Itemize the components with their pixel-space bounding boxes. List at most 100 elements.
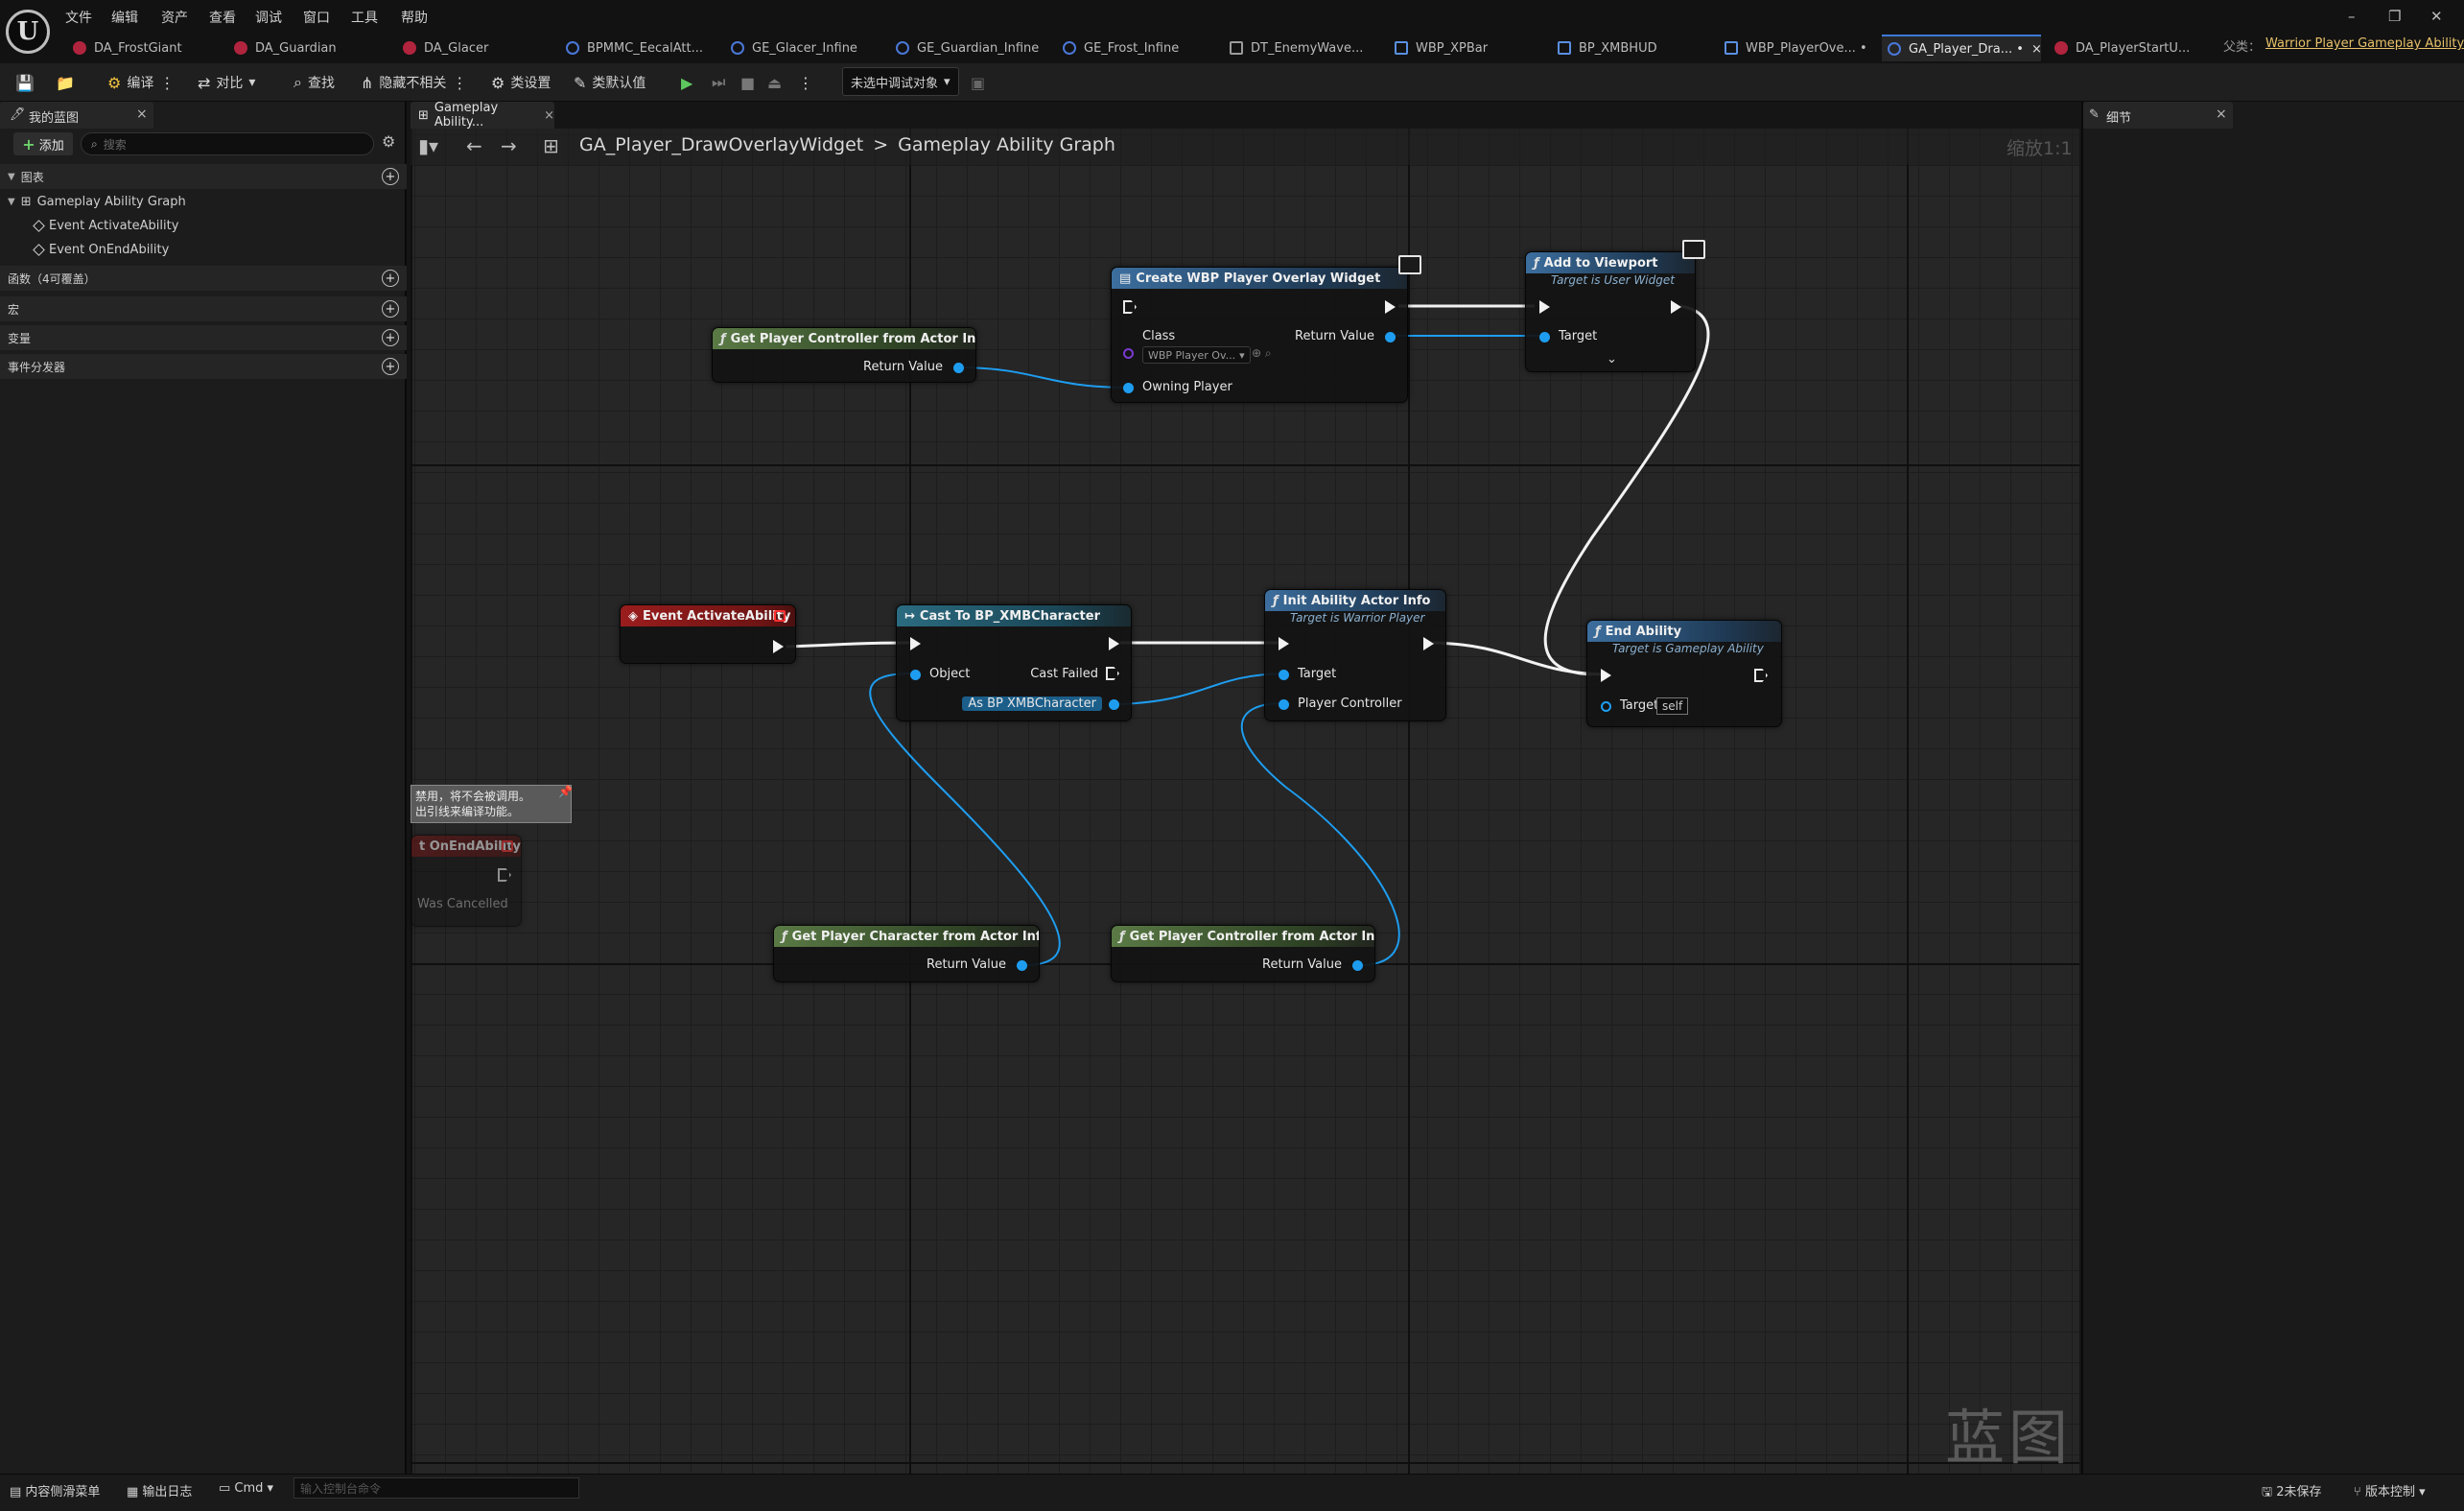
debug-target-icon[interactable]: ▣ <box>971 69 985 96</box>
console-command-input[interactable]: 输入控制台命令 <box>293 1477 579 1499</box>
tab-ga-player-draw[interactable]: GA_Player_Dra... • × <box>1882 35 2042 61</box>
save-icon[interactable]: 💾 <box>15 69 35 96</box>
tab-da-playerstart[interactable]: DA_PlayerStartU... <box>2049 35 2195 61</box>
pin-exec-in[interactable] <box>1539 300 1550 314</box>
stop-button[interactable]: ■ <box>740 69 755 96</box>
content-drawer-button[interactable]: ▤ 内容侧滑菜单 <box>10 1481 100 1499</box>
self-input[interactable]: self <box>1656 697 1689 715</box>
back-arrow-icon[interactable]: ← <box>466 134 482 157</box>
add-function-icon[interactable]: + <box>382 270 399 287</box>
node-event-on-end-ability[interactable]: t OnEndAbility Was Cancelled <box>411 835 522 927</box>
pin-exec-out[interactable] <box>498 868 511 882</box>
tree-item-event-end[interactable]: Event OnEndAbility <box>33 243 169 257</box>
restore-icon[interactable]: ❐ <box>2388 8 2401 25</box>
close-icon[interactable]: × <box>2216 106 2227 122</box>
menu-help[interactable]: 帮助 <box>401 8 428 27</box>
menu-asset[interactable]: 资产 <box>161 8 188 27</box>
menu-edit[interactable]: 编辑 <box>111 8 138 27</box>
hide-unrelated-button[interactable]: ⋔ 隐藏不相关 ⋮ <box>361 69 467 96</box>
pin-exec-out[interactable] <box>1423 637 1434 650</box>
pin-exec-in[interactable] <box>1123 300 1137 314</box>
pin-target[interactable] <box>1539 332 1550 342</box>
class-defaults-button[interactable]: ✎ 类默认值 <box>574 69 645 96</box>
event-delegate-icon[interactable] <box>774 610 786 622</box>
pin-return-value[interactable] <box>1385 332 1396 342</box>
debug-object-select[interactable]: 未选中调试对象 ▾ <box>842 67 959 96</box>
find-button[interactable]: ⌕ 查找 <box>293 69 335 96</box>
pin-as-character[interactable] <box>1109 699 1119 710</box>
tab-close-icon[interactable]: × <box>2031 42 2042 57</box>
play-options-icon[interactable]: ⋮ <box>798 69 813 96</box>
graph-hierarchy-icon[interactable]: ⊞ <box>543 134 559 157</box>
section-macros[interactable]: 宏 <box>0 296 407 321</box>
menu-view[interactable]: 查看 <box>209 8 236 27</box>
expand-chevron-icon[interactable]: ⌄ <box>1607 352 1617 366</box>
tree-item-event-activate[interactable]: Event ActivateAbility <box>33 219 178 233</box>
pin-exec-out[interactable] <box>1109 637 1119 650</box>
event-delegate-icon[interactable] <box>502 840 513 852</box>
node-event-activate-ability[interactable]: ◈ Event ActivateAbility <box>620 604 796 664</box>
pin-target[interactable] <box>1279 670 1289 680</box>
add-macro-icon[interactable]: + <box>382 300 399 318</box>
menu-tools[interactable]: 工具 <box>351 8 378 27</box>
compile-button[interactable]: ⚙ 编译 ⋮ <box>107 69 175 96</box>
pin-exec-out[interactable] <box>773 640 784 653</box>
tab-ge-glacer[interactable]: GE_Glacer_Infine <box>725 35 863 61</box>
pin-exec-out[interactable] <box>1671 300 1681 314</box>
output-log-button[interactable]: ▦ 输出日志 <box>127 1481 192 1499</box>
bookmark-icon[interactable]: ▮▾ <box>418 134 438 157</box>
tab-da-glacer[interactable]: DA_Glacer <box>397 35 494 61</box>
tab-da-guardian[interactable]: DA_Guardian <box>228 35 342 61</box>
menu-window[interactable]: 窗口 <box>303 8 330 27</box>
close-icon[interactable]: × <box>544 108 554 123</box>
unreal-logo-icon[interactable]: U <box>6 10 50 54</box>
pin-exec-out[interactable] <box>1385 300 1396 314</box>
eject-button[interactable]: ⏏ <box>767 69 782 96</box>
section-variables[interactable]: 变量 <box>0 325 407 350</box>
tab-bp-xmbhud[interactable]: BP_XMBHUD <box>1552 35 1663 61</box>
pin-class[interactable] <box>1123 348 1134 359</box>
browse-asset-icon[interactable]: ⊕ ⌕ <box>1252 346 1272 361</box>
tab-wbp-playeroverlay[interactable]: WBP_PlayerOve... • <box>1719 35 1873 61</box>
settings-gear-icon[interactable]: ⚙ <box>382 132 395 151</box>
pin-player-controller[interactable] <box>1279 699 1289 710</box>
node-init-ability-actor-info[interactable]: ƒ Init Ability Actor Info Target is Warri… <box>1264 589 1446 721</box>
class-settings-button[interactable]: ⚙ 类设置 <box>491 69 551 96</box>
pin-cast-failed[interactable] <box>1106 667 1119 680</box>
breadcrumb-graph[interactable]: Gameplay Ability Graph <box>898 134 1115 155</box>
pin-return-value[interactable] <box>1017 960 1027 971</box>
section-functions[interactable]: 函数（4可覆盖） <box>0 266 407 291</box>
node-end-ability[interactable]: ƒ End Ability Target is Gameplay Ability … <box>1586 620 1782 727</box>
node-cast-to-character[interactable]: ↦ Cast To BP_XMBCharacter Object Cast Fai… <box>896 604 1132 721</box>
node-get-player-controller-bottom[interactable]: ƒ Get Player Controller from Actor Info R… <box>1111 925 1375 982</box>
add-graph-icon[interactable]: + <box>382 168 399 185</box>
section-event-dispatchers[interactable]: 事件分发器 <box>0 354 407 379</box>
menu-debug[interactable]: 调试 <box>255 8 282 27</box>
pin-target[interactable] <box>1601 701 1611 712</box>
section-graphs[interactable]: ▼ 图表 <box>0 164 407 189</box>
pin-tooltip-icon[interactable]: 📌 <box>558 785 573 798</box>
parent-class-link[interactable]: Warrior Player Gameplay Ability <box>2265 36 2464 51</box>
source-control-button[interactable]: ⑂ 版本控制 ▾ <box>2354 1481 2426 1499</box>
close-window-icon[interactable]: ✕ <box>2430 8 2443 25</box>
minimize-icon[interactable]: – <box>2348 8 2356 25</box>
pin-exec-in[interactable] <box>910 637 921 650</box>
cmd-select[interactable]: ▭ Cmd ▾ <box>219 1481 273 1496</box>
menu-file[interactable]: 文件 <box>65 8 92 27</box>
unsaved-button[interactable]: 🖫 2未保存 <box>2262 1481 2322 1504</box>
node-get-player-controller-top[interactable]: ƒ Get Player Controller from Actor Info R… <box>712 327 976 383</box>
pin-exec-out[interactable] <box>1754 669 1768 682</box>
class-dropdown[interactable]: WBP Player Ov... ▾ <box>1142 346 1251 364</box>
tab-bpmmc[interactable]: BPMMC_EecalAtt... <box>560 35 709 61</box>
breadcrumb-asset[interactable]: GA_Player_DrawOverlayWidget <box>579 134 863 155</box>
tab-dt-enemywave[interactable]: DT_EnemyWave... <box>1224 35 1369 61</box>
add-variable-icon[interactable]: + <box>382 329 399 346</box>
tab-ge-frost[interactable]: GE_Frost_Infine <box>1057 35 1185 61</box>
pin-object[interactable] <box>910 670 921 680</box>
step-button[interactable]: ⏭ <box>712 69 725 96</box>
tab-wbp-xpbar[interactable]: WBP_XPBar <box>1389 35 1493 61</box>
close-icon[interactable]: × <box>136 106 148 122</box>
pin-exec-in[interactable] <box>1279 637 1289 650</box>
pin-return-value[interactable] <box>1352 960 1363 971</box>
tree-item-gameplay-ability-graph[interactable]: ▼ ⊞ Gameplay Ability Graph <box>8 195 186 209</box>
